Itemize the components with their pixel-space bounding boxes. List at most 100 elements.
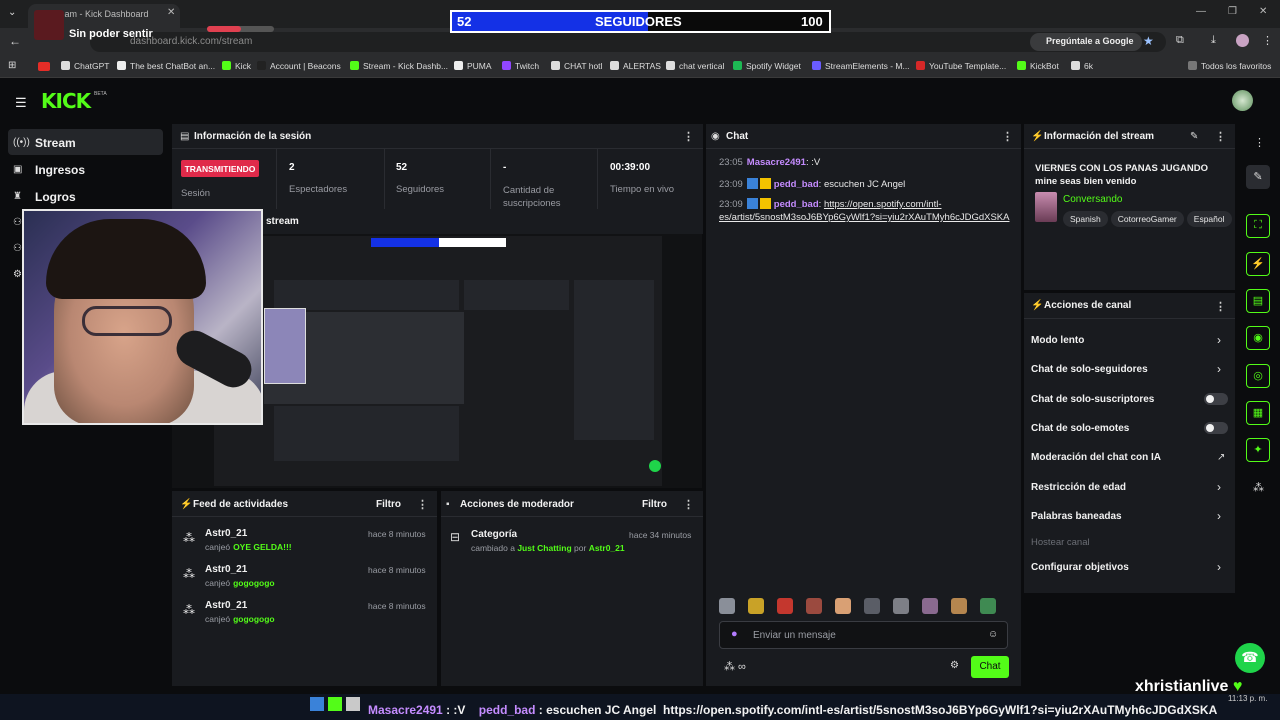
- user-avatar[interactable]: [1232, 90, 1253, 111]
- emote-icon[interactable]: [806, 598, 822, 614]
- emote-icon[interactable]: [951, 598, 967, 614]
- emote-icon[interactable]: [835, 598, 851, 614]
- external-link-icon[interactable]: ↗: [1217, 452, 1225, 463]
- bookmark-item[interactable]: KickBot: [1017, 61, 1059, 71]
- bookmark-item[interactable]: chat vertical: [666, 61, 724, 71]
- stream-tag[interactable]: CotorreoGamer: [1110, 211, 1184, 227]
- edit-pencil-icon[interactable]: ✎: [1190, 131, 1198, 142]
- action-slow-mode[interactable]: Modo lento: [1031, 335, 1084, 346]
- emote-icon[interactable]: [748, 598, 764, 614]
- rail-tools-button[interactable]: ✦: [1246, 438, 1270, 462]
- bookmark-item[interactable]: Account | Beacons: [257, 61, 341, 71]
- windows-icon[interactable]: [310, 697, 324, 711]
- settings-gear-icon[interactable]: ⚙: [13, 269, 22, 280]
- moderation-icon[interactable]: ⚇: [13, 243, 22, 254]
- maximize-icon[interactable]: ❐: [1228, 6, 1237, 17]
- emote-icon[interactable]: [864, 598, 880, 614]
- profile-avatar[interactable]: [1236, 34, 1249, 47]
- emote-icon[interactable]: [922, 598, 938, 614]
- sidebar-item-stream[interactable]: Stream: [8, 129, 163, 155]
- chat-settings-icon[interactable]: ⚙: [950, 660, 959, 671]
- bookmark-item[interactable]: CHAT hotl: [551, 61, 602, 71]
- microphone-icon[interactable]: ●: [731, 628, 738, 640]
- rail-screenshot-button[interactable]: ⛶: [1246, 214, 1270, 238]
- chevron-right-icon[interactable]: ›: [1217, 509, 1221, 523]
- bookmark-item[interactable]: Spotify Widget: [733, 61, 801, 71]
- channel-actions-more-icon[interactable]: ⋮: [1215, 300, 1226, 313]
- rail-more-icon[interactable]: ⋮: [1254, 136, 1265, 149]
- stream-info-more-icon[interactable]: ⋮: [1215, 130, 1226, 143]
- activity-user[interactable]: Astr0_21: [205, 564, 247, 575]
- activity-user[interactable]: Astr0_21: [205, 528, 247, 539]
- emoji-picker-icon[interactable]: ☺: [988, 629, 998, 640]
- action-followers-only[interactable]: Chat de solo-seguidores: [1031, 364, 1148, 375]
- bookmark-item[interactable]: StreamElements - M...: [812, 61, 910, 71]
- users-icon[interactable]: ⚇: [13, 217, 22, 228]
- emote-icon[interactable]: [893, 598, 909, 614]
- bookmark-item[interactable]: PUMA: [454, 61, 492, 71]
- minimize-icon[interactable]: —: [1196, 6, 1206, 17]
- action-configure-goals[interactable]: Configurar objetivos: [1031, 562, 1129, 573]
- chevron-right-icon[interactable]: ›: [1217, 560, 1221, 574]
- chevron-right-icon[interactable]: ›: [1217, 480, 1221, 494]
- activity-more-icon[interactable]: ⋮: [417, 498, 428, 511]
- rail-chat-button[interactable]: ◉: [1246, 326, 1270, 350]
- activity-user[interactable]: Astr0_21: [205, 600, 247, 611]
- send-chat-button[interactable]: Chat: [971, 656, 1009, 678]
- chevron-right-icon[interactable]: ›: [1217, 333, 1221, 347]
- activity-filter-button[interactable]: Filtro: [376, 499, 401, 510]
- rail-broadcast-button[interactable]: ◎: [1246, 364, 1270, 388]
- chat-username[interactable]: Masacre2491: [747, 157, 806, 168]
- stream-category[interactable]: Conversando: [1063, 194, 1122, 205]
- address-bar[interactable]: dashboard.kick.com/stream: [90, 32, 1166, 52]
- points-icon[interactable]: ⁂ ∞: [724, 660, 746, 673]
- bookmark-item[interactable]: Stream - Kick Dashb...: [350, 61, 448, 71]
- rail-points-icon[interactable]: ⁂: [1253, 481, 1264, 494]
- rail-edit-button[interactable]: ✎: [1246, 165, 1270, 189]
- ask-google-button[interactable]: Pregúntale a Google: [1030, 33, 1142, 51]
- browser-menu-icon[interactable]: ⋮: [1262, 34, 1273, 47]
- back-icon[interactable]: ←: [9, 34, 21, 48]
- action-subscribers-only[interactable]: Chat de solo-suscriptores: [1031, 394, 1154, 405]
- app-icon[interactable]: [346, 697, 360, 711]
- chat-link[interactable]: es/artist/5snostM3soJ6BYp6GyWlf1?si=yiu2…: [719, 212, 1009, 223]
- hamburger-menu-icon[interactable]: ☰: [15, 95, 27, 111]
- bookmark-item[interactable]: ChatGPT: [61, 61, 109, 71]
- bookmark-item[interactable]: Kick: [222, 61, 251, 71]
- bookmark-item[interactable]: 6k: [1071, 61, 1093, 71]
- rail-layout-button[interactable]: ▦: [1246, 401, 1270, 425]
- chat-message-input[interactable]: Enviar un mensaje: [719, 621, 1008, 649]
- download-icon[interactable]: ⤓: [1211, 34, 1216, 47]
- action-banned-words[interactable]: Palabras baneadas: [1031, 511, 1122, 522]
- tab-search-icon[interactable]: ⌄: [8, 7, 16, 18]
- moderator-more-icon[interactable]: ⋮: [683, 498, 694, 511]
- sidebar-item-logros[interactable]: Logros: [8, 183, 163, 209]
- action-ai-moderation[interactable]: Moderación del chat con IA: [1031, 452, 1161, 463]
- chat-username[interactable]: pedd_bad: [774, 179, 819, 190]
- extensions-icon[interactable]: ⧉: [1176, 34, 1184, 47]
- chevron-right-icon[interactable]: ›: [1217, 362, 1221, 376]
- apps-grid-icon[interactable]: ⊞: [8, 60, 16, 71]
- bookmark-item[interactable]: The best ChatBot an...: [117, 61, 215, 71]
- close-icon[interactable]: ✕: [167, 7, 175, 18]
- kick-logo[interactable]: KICK: [41, 89, 91, 113]
- chat-more-icon[interactable]: ⋮: [1002, 130, 1013, 143]
- emotes-only-toggle[interactable]: [1204, 422, 1228, 434]
- stream-tag[interactable]: Spanish: [1063, 211, 1108, 227]
- help-fab-button[interactable]: ☎: [1235, 643, 1265, 673]
- emote-icon[interactable]: [980, 598, 996, 614]
- kick-app-icon[interactable]: [328, 697, 342, 711]
- chat-username[interactable]: pedd_bad: [774, 199, 819, 210]
- emote-icon[interactable]: [719, 598, 735, 614]
- emote-icon[interactable]: [777, 598, 793, 614]
- action-age-restriction[interactable]: Restricción de edad: [1031, 482, 1126, 493]
- action-emotes-only[interactable]: Chat de solo-emotes: [1031, 423, 1129, 434]
- window-close-icon[interactable]: ✕: [1259, 6, 1267, 17]
- bookmark-star-icon[interactable]: ★: [1143, 34, 1154, 48]
- all-favorites[interactable]: Todos los favoritos: [1188, 61, 1271, 71]
- bookmark-item[interactable]: ALERTAS: [610, 61, 661, 71]
- session-more-icon[interactable]: ⋮: [683, 130, 694, 143]
- bookmark-item[interactable]: Twitch: [502, 61, 539, 71]
- youtube-icon[interactable]: [38, 62, 50, 71]
- moderator-filter-button[interactable]: Filtro: [642, 499, 667, 510]
